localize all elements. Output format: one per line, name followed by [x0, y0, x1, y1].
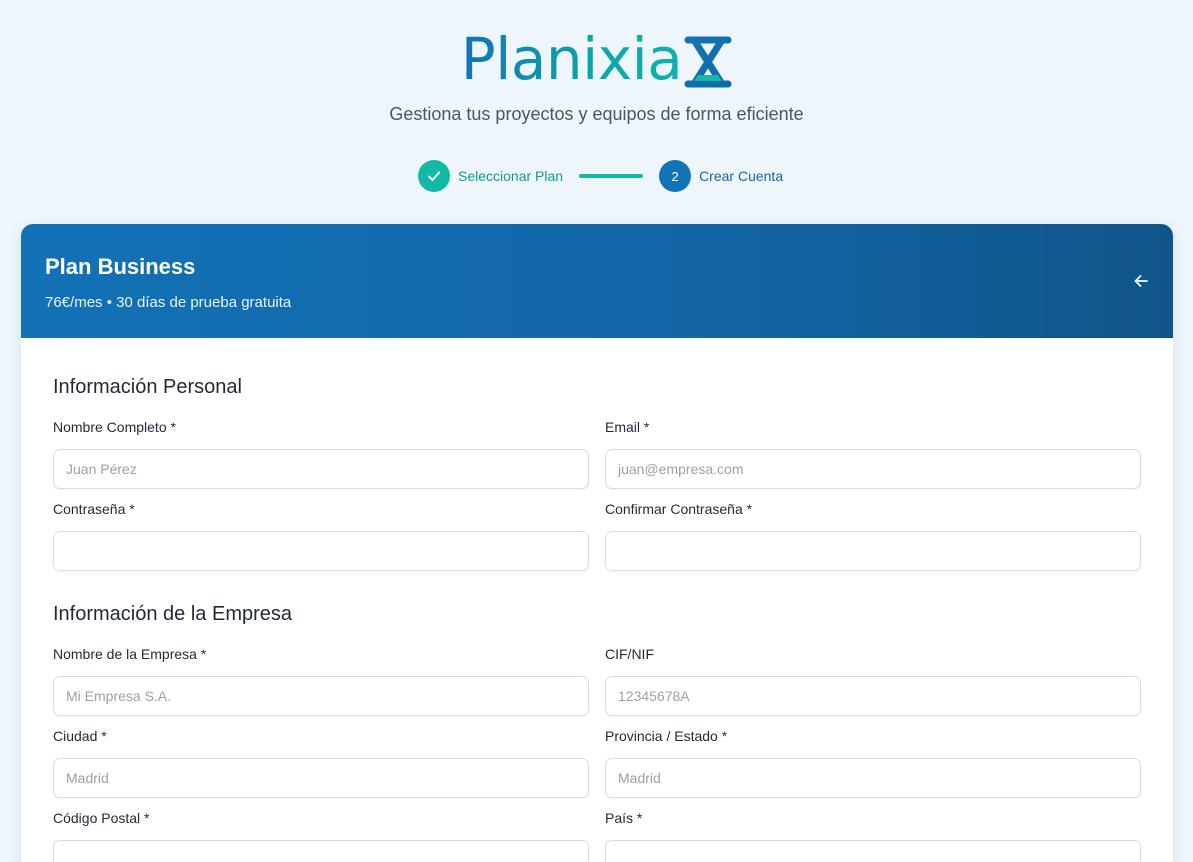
- check-icon: [428, 171, 440, 181]
- confirm-password-field: Confirmar Contraseña *: [605, 501, 1141, 571]
- step-1-complete-indicator: [418, 160, 450, 192]
- company-name-input[interactable]: [53, 676, 589, 716]
- tax-id-label: CIF/NIF: [605, 646, 654, 662]
- password-field: Contraseña *: [53, 501, 589, 571]
- full-name-label: Nombre Completo *: [53, 419, 176, 435]
- arrow-left-icon: [1134, 275, 1148, 287]
- province-label: Provincia / Estado *: [605, 728, 728, 744]
- postal-code-field: Código Postal *: [53, 810, 589, 862]
- signup-card: Plan Business 76€/mes • 30 días de prueb…: [21, 224, 1173, 862]
- tax-id-input[interactable]: [605, 676, 1141, 716]
- city-field: Ciudad *: [53, 728, 589, 798]
- full-name-field: Nombre Completo *: [53, 419, 589, 489]
- plan-header: Plan Business 76€/mes • 30 días de prueb…: [21, 224, 1173, 338]
- tagline: Gestiona tus proyectos y equipos de form…: [389, 104, 804, 124]
- postal-code-label: Código Postal *: [53, 810, 150, 826]
- password-label: Contraseña *: [53, 501, 135, 517]
- plan-title: Plan Business: [45, 254, 196, 279]
- country-input[interactable]: [605, 840, 1141, 862]
- email-input[interactable]: [605, 449, 1141, 489]
- tax-id-field: CIF/NIF: [605, 646, 1141, 716]
- step-2-label: Crear Cuenta: [699, 168, 784, 184]
- email-field: Email *: [605, 419, 1141, 489]
- city-label: Ciudad *: [53, 728, 107, 744]
- signup-form: Información Personal Nombre Completo * E…: [21, 338, 1173, 862]
- plan-price-trial: 76€/mes • 30 días de prueba gratuita: [45, 294, 292, 311]
- city-input[interactable]: [53, 758, 589, 798]
- step-2-number: 2: [671, 168, 679, 184]
- confirm-password-input[interactable]: [605, 531, 1141, 571]
- step-2-indicator: 2: [659, 160, 692, 192]
- brand-name: Planixia: [460, 25, 683, 93]
- progress-stepper: Seleccionar Plan 2 Crear Cuenta: [418, 160, 783, 192]
- step-1-label: Seleccionar Plan: [458, 168, 564, 184]
- step-connector: [579, 174, 644, 178]
- company-name-field: Nombre de la Empresa *: [53, 646, 589, 716]
- province-field: Provincia / Estado *: [605, 728, 1141, 798]
- postal-code-input[interactable]: [53, 840, 589, 862]
- section-title-company: Información de la Empresa: [53, 603, 293, 625]
- hourglass-logo-icon: [684, 36, 732, 88]
- section-title-personal: Información Personal: [53, 376, 242, 398]
- full-name-input[interactable]: [53, 449, 589, 489]
- company-fields: Nombre de la Empresa * CIF/NIF Ciudad * …: [53, 646, 1141, 862]
- password-input[interactable]: [53, 531, 589, 571]
- province-input[interactable]: [605, 758, 1141, 798]
- confirm-password-label: Confirmar Contraseña *: [605, 501, 753, 517]
- brand-logo: Planixia: [0, 26, 1193, 92]
- personal-fields: Nombre Completo * Email * Contraseña * C…: [53, 419, 1141, 583]
- back-button[interactable]: [1129, 270, 1153, 292]
- company-name-label: Nombre de la Empresa *: [53, 646, 207, 662]
- country-label: País *: [605, 810, 643, 826]
- signup-page: Planixia Gestiona tus proyectos y equipo…: [0, 0, 1193, 862]
- email-label: Email *: [605, 419, 650, 435]
- country-field: País *: [605, 810, 1141, 862]
